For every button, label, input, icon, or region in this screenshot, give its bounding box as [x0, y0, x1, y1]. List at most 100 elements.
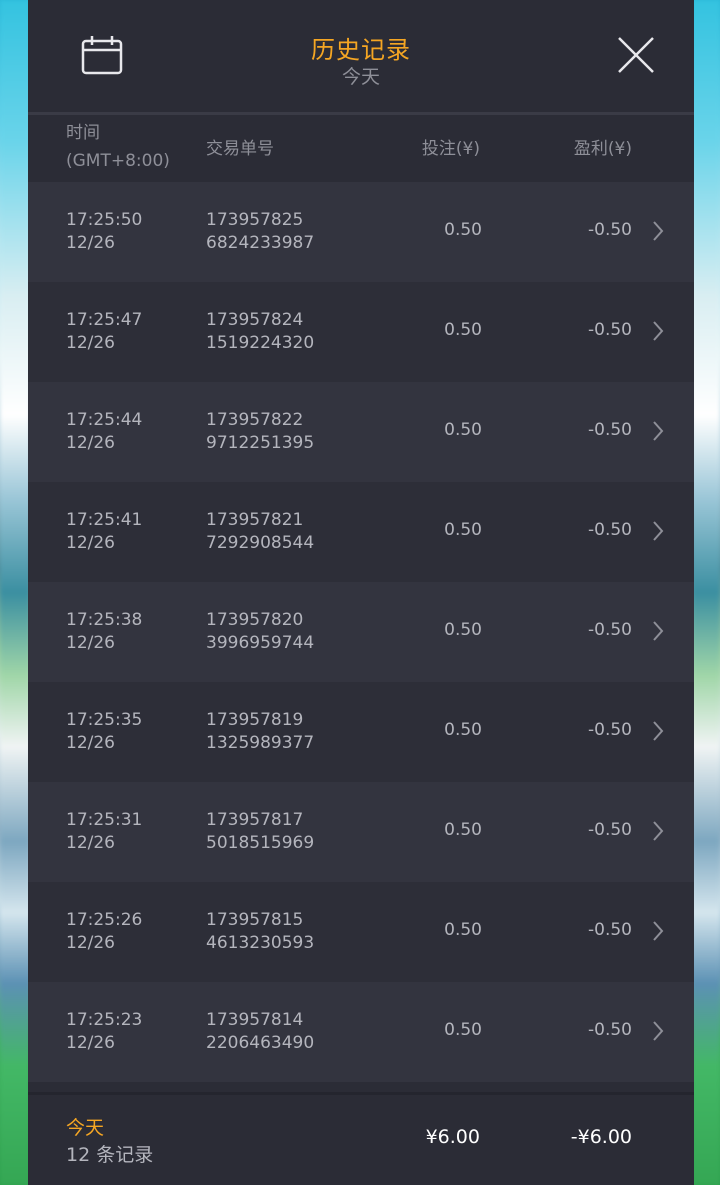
row-bet: 0.50 — [444, 320, 482, 340]
row-date: 12/26 — [66, 733, 115, 753]
row-order-part2: 2206463490 — [206, 1033, 315, 1053]
row-date: 12/26 — [66, 333, 115, 353]
chevron-right-icon — [653, 921, 664, 941]
row-order-part2: 7292908544 — [206, 533, 315, 553]
row-profit: -0.50 — [588, 620, 632, 640]
row-profit: -0.50 — [588, 1020, 632, 1040]
column-headers: 时间 (GMT+8:00) 交易单号 投注(¥) 盈利(¥) — [28, 115, 694, 182]
history-row[interactable]: 17:25:38 12/26 173957820 3996959744 0.50… — [28, 582, 694, 682]
col-time-timezone: (GMT+8:00) — [66, 151, 170, 171]
history-list: 17:25:50 12/26 173957825 6824233987 0.50… — [28, 182, 694, 1082]
row-timestamp: 17:25:38 12/26 — [66, 609, 142, 655]
history-row[interactable]: 17:25:26 12/26 173957815 4613230593 0.50… — [28, 882, 694, 982]
row-time: 17:25:23 — [66, 1010, 143, 1030]
history-row[interactable]: 17:25:23 12/26 173957814 2206463490 0.50… — [28, 982, 694, 1082]
row-bet: 0.50 — [444, 820, 482, 840]
row-bet: 0.50 — [444, 220, 482, 240]
history-row[interactable]: 17:25:47 12/26 173957824 1519224320 0.50… — [28, 282, 694, 382]
page-title: 历史记录 — [311, 36, 411, 64]
row-order-number: 173957822 9712251395 — [206, 409, 314, 455]
chevron-right-icon — [653, 721, 664, 741]
row-order-part2: 4613230593 — [206, 933, 315, 953]
row-timestamp: 17:25:44 12/26 — [66, 409, 142, 455]
row-bet: 0.50 — [444, 420, 482, 440]
row-order-number: 173957815 4613230593 — [206, 909, 314, 955]
row-profit: -0.50 — [588, 720, 632, 740]
row-order-number: 173957820 3996959744 — [206, 609, 314, 655]
summary-count: 12 条记录 — [66, 1144, 154, 1166]
summary-total-bet: ¥6.00 — [425, 1126, 480, 1148]
col-order-label: 交易单号 — [206, 139, 274, 159]
row-profit: -0.50 — [588, 920, 632, 940]
chevron-right-icon — [653, 1021, 664, 1041]
row-order-number: 173957814 2206463490 — [206, 1009, 314, 1055]
history-row[interactable]: 17:25:50 12/26 173957825 6824233987 0.50… — [28, 182, 694, 282]
row-date: 12/26 — [66, 833, 115, 853]
history-panel: 历史记录 今天 时间 (GMT+8:00) 交易单号 投注(¥) 盈利(¥) 1… — [28, 0, 694, 1185]
row-profit: -0.50 — [588, 820, 632, 840]
summary-total-profit: -¥6.00 — [570, 1126, 632, 1148]
summary-period: 今天 — [66, 1117, 105, 1139]
row-order-part1: 173957824 — [206, 310, 304, 330]
row-time: 17:25:31 — [66, 810, 143, 830]
row-order-part1: 173957817 — [206, 810, 304, 830]
row-order-part1: 173957815 — [206, 910, 304, 930]
row-bet: 0.50 — [444, 520, 482, 540]
row-profit: -0.50 — [588, 520, 632, 540]
row-order-part1: 173957820 — [206, 610, 304, 630]
row-date: 12/26 — [66, 633, 115, 653]
row-time: 17:25:44 — [66, 410, 143, 430]
close-button[interactable] — [616, 35, 656, 75]
row-timestamp: 17:25:35 12/26 — [66, 709, 142, 755]
row-order-part1: 173957819 — [206, 710, 304, 730]
close-icon — [618, 37, 654, 73]
chevron-right-icon — [653, 621, 664, 641]
row-date: 12/26 — [66, 533, 115, 553]
row-order-part2: 1325989377 — [206, 733, 315, 753]
row-order-part2: 5018515969 — [206, 833, 315, 853]
row-order-part1: 173957822 — [206, 410, 304, 430]
row-order-number: 173957817 5018515969 — [206, 809, 314, 855]
row-date: 12/26 — [66, 433, 115, 453]
row-time: 17:25:47 — [66, 310, 143, 330]
row-profit: -0.50 — [588, 220, 632, 240]
row-order-number: 173957821 7292908544 — [206, 509, 314, 555]
row-bet: 0.50 — [444, 920, 482, 940]
chevron-right-icon — [653, 221, 664, 241]
col-bet-label: 投注(¥) — [421, 139, 480, 159]
col-time-label: 时间 — [66, 123, 100, 143]
row-date: 12/26 — [66, 933, 115, 953]
row-date: 12/26 — [66, 233, 115, 253]
header: 历史记录 今天 — [28, 0, 694, 115]
row-timestamp: 17:25:31 12/26 — [66, 809, 142, 855]
row-order-number: 173957819 1325989377 — [206, 709, 314, 755]
page-subtitle: 今天 — [341, 66, 380, 88]
row-order-part2: 9712251395 — [206, 433, 315, 453]
history-row[interactable]: 17:25:41 12/26 173957821 7292908544 0.50… — [28, 482, 694, 582]
background-left — [0, 0, 30, 1185]
summary-footer: 今天 12 条记录 ¥6.00 -¥6.00 — [28, 1092, 694, 1185]
history-row[interactable]: 17:25:35 12/26 173957819 1325989377 0.50… — [28, 682, 694, 782]
row-bet: 0.50 — [444, 720, 482, 740]
row-time: 17:25:35 — [66, 710, 143, 730]
row-order-part1: 173957814 — [206, 1010, 304, 1030]
row-order-part1: 173957825 — [206, 210, 304, 230]
row-bet: 0.50 — [444, 620, 482, 640]
row-order-number: 173957825 6824233987 — [206, 209, 314, 255]
row-time: 17:25:41 — [66, 510, 143, 530]
row-profit: -0.50 — [588, 420, 632, 440]
row-timestamp: 17:25:50 12/26 — [66, 209, 142, 255]
chevron-right-icon — [653, 521, 664, 541]
chevron-right-icon — [653, 421, 664, 441]
row-timestamp: 17:25:26 12/26 — [66, 909, 142, 955]
row-time: 17:25:50 — [66, 210, 143, 230]
chevron-right-icon — [653, 821, 664, 841]
background-right — [692, 0, 720, 1185]
history-row[interactable]: 17:25:31 12/26 173957817 5018515969 0.50… — [28, 782, 694, 882]
row-timestamp: 17:25:47 12/26 — [66, 309, 142, 355]
row-bet: 0.50 — [444, 1020, 482, 1040]
row-order-part2: 6824233987 — [206, 233, 315, 253]
col-profit-label: 盈利(¥) — [573, 139, 632, 159]
history-row[interactable]: 17:25:44 12/26 173957822 9712251395 0.50… — [28, 382, 694, 482]
row-time: 17:25:26 — [66, 910, 143, 930]
